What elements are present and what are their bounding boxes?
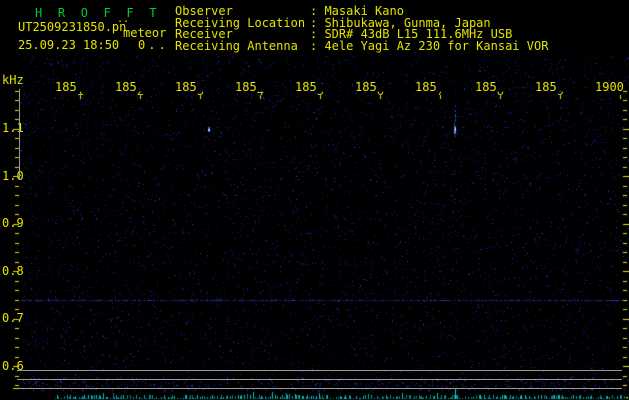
time-tick-label: 1852 (115, 80, 144, 98)
time-tick-label: 1858 (475, 80, 504, 98)
carrier-line (17, 388, 622, 389)
time-tick-label: 1853 (175, 80, 204, 98)
hrofft-window: H R O F F T UT2509231850.pn .. meteor 25… (0, 0, 629, 400)
time-tick-label: 1856 (355, 80, 384, 98)
freq-tick-label: 0.7 (2, 311, 24, 325)
spectrogram-canvas (0, 0, 629, 400)
time-tick-label: 1851 (55, 80, 84, 98)
time-tick-label: 1859 (535, 80, 564, 98)
freq-axis-unit-label: kHz (2, 73, 24, 87)
carrier-line (17, 370, 622, 371)
time-tick-label: 1854 (235, 80, 264, 98)
carrier-line (17, 379, 622, 380)
freq-tick-label: 1.1 (2, 121, 24, 135)
time-tick-label: 1857 (415, 80, 444, 98)
freq-tick-label: 1.0 (2, 169, 24, 183)
time-tick-label: 1855 (295, 80, 324, 98)
freq-tick-label: 0.8 (2, 264, 24, 278)
time-tick-label: 1900 (595, 80, 624, 94)
freq-tick-label: 0.9 (2, 216, 24, 230)
scale-bar (19, 89, 20, 180)
